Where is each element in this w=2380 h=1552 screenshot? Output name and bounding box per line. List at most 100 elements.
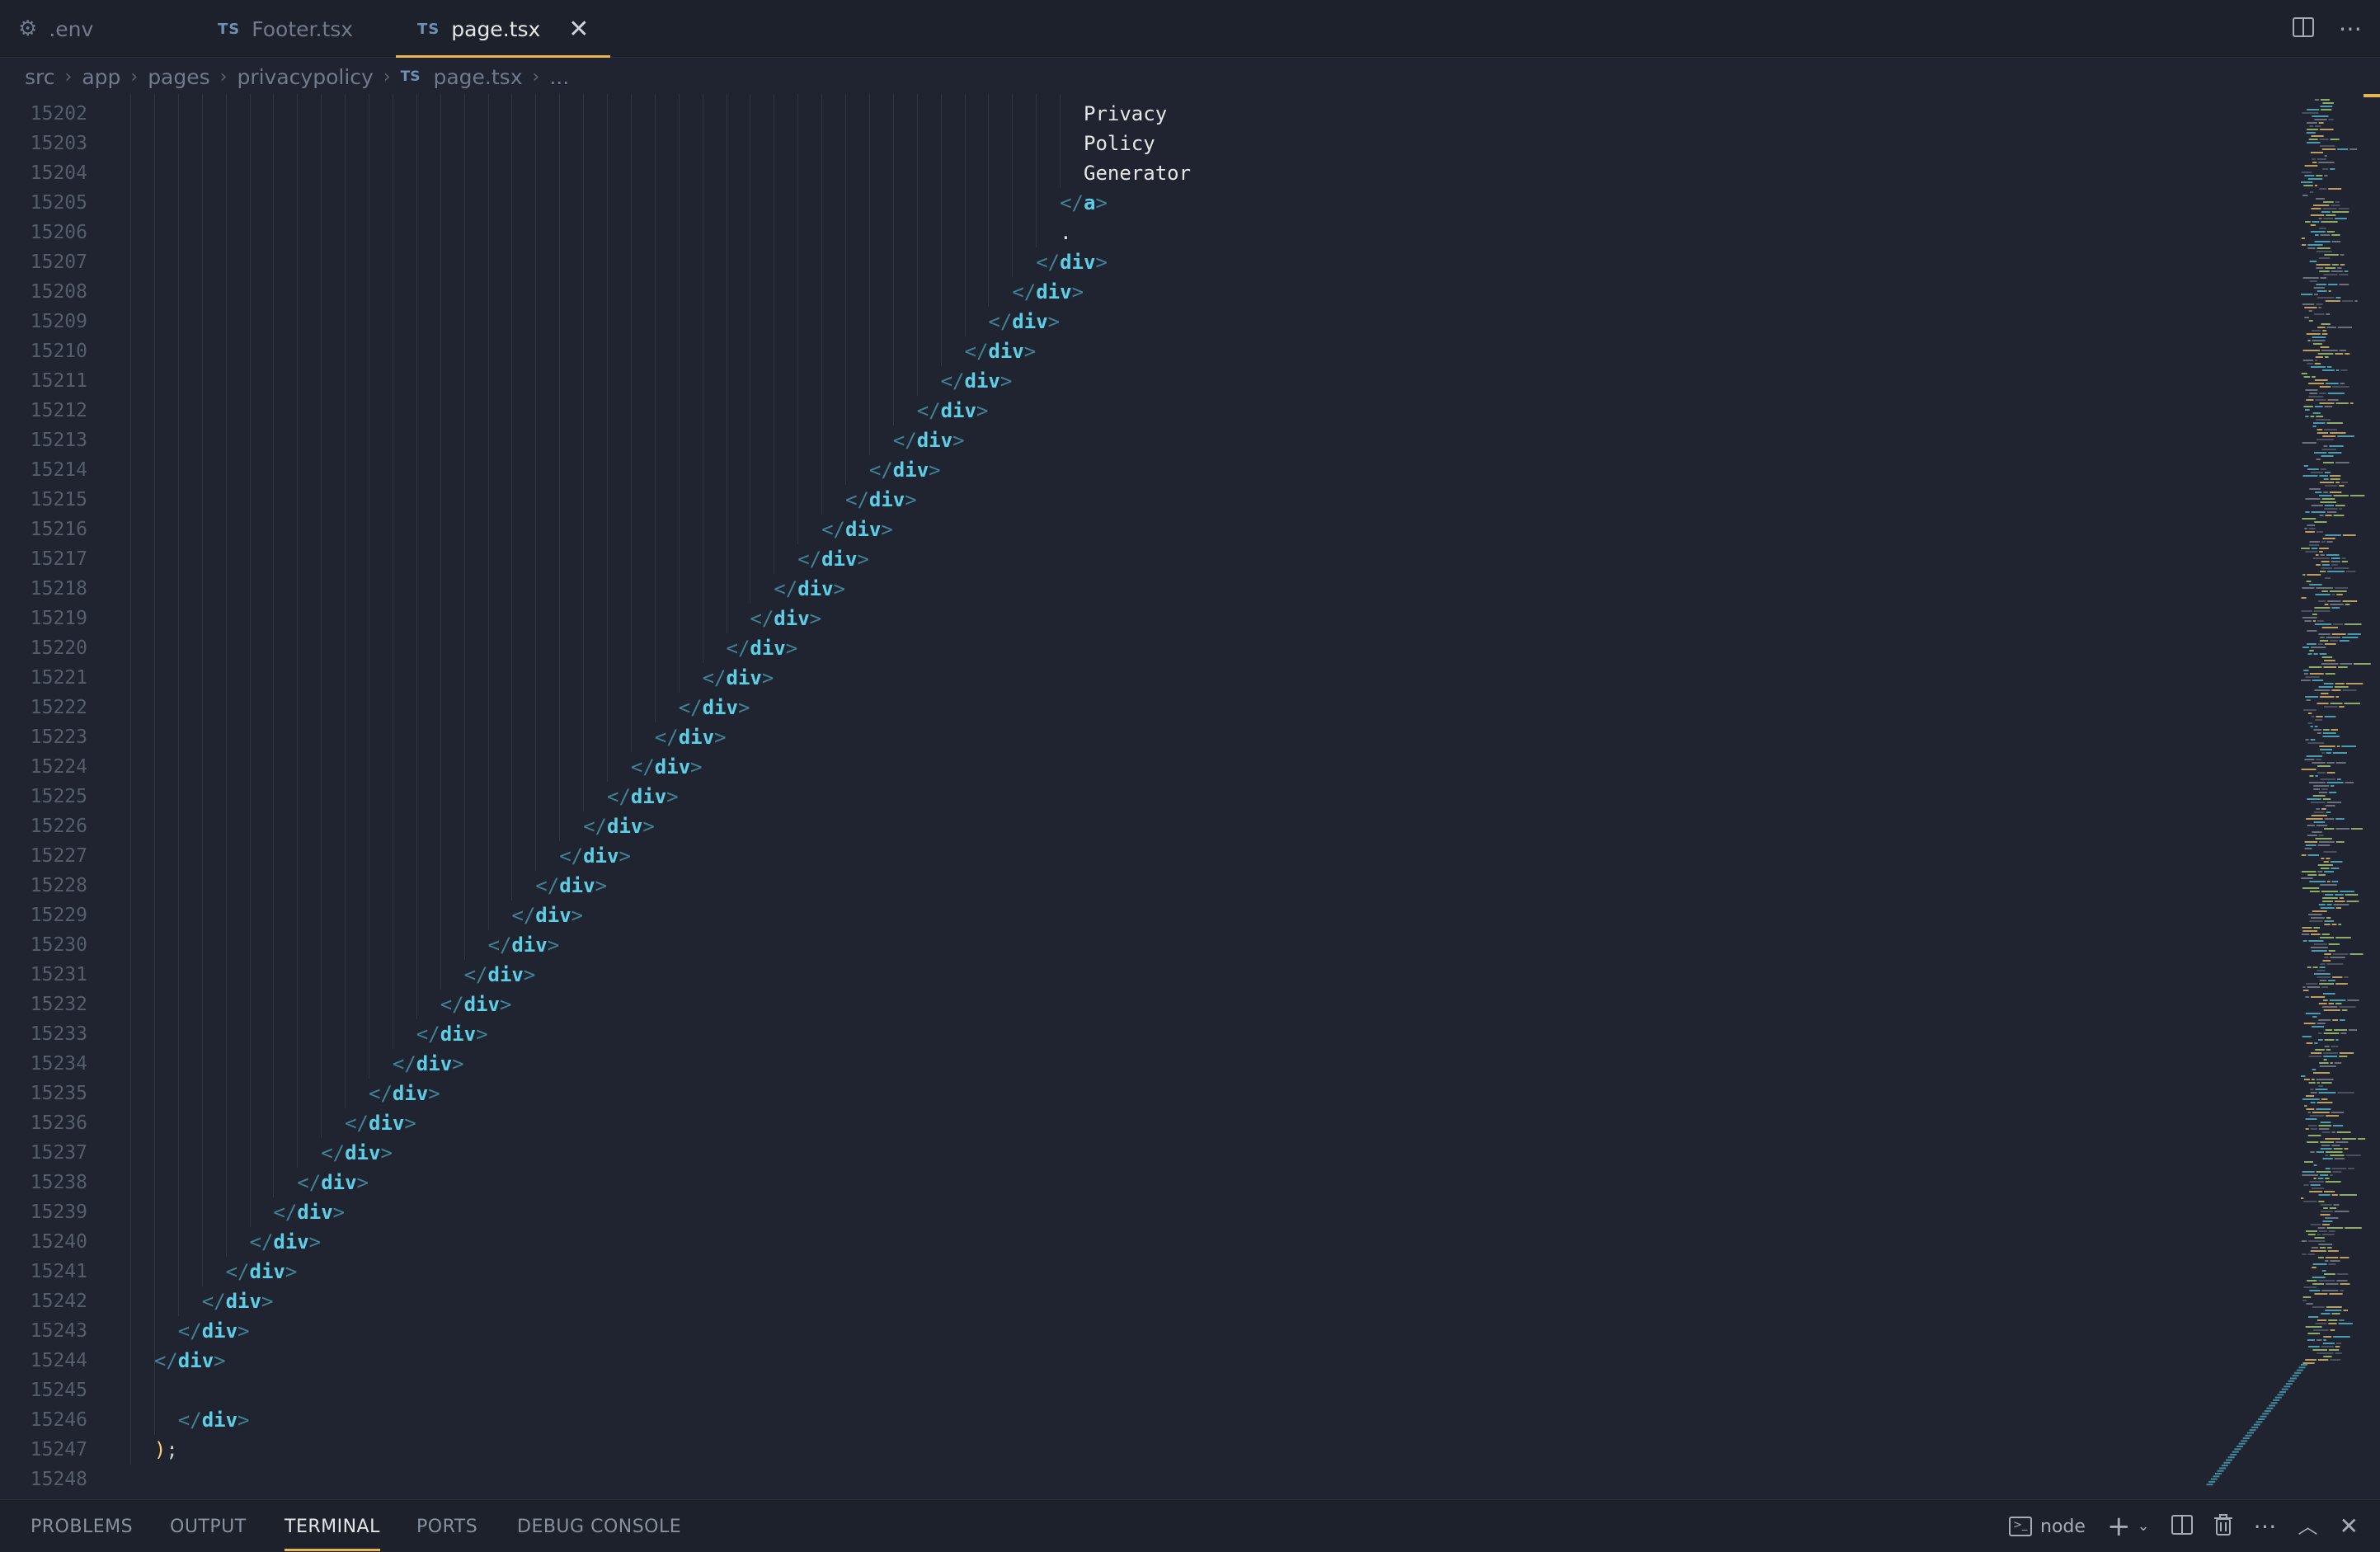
minimap-line xyxy=(2330,703,2343,704)
minimap-line xyxy=(2326,541,2333,543)
minimap-line xyxy=(2331,1112,2345,1113)
minimap-line xyxy=(2305,531,2315,533)
split-terminal-icon[interactable] xyxy=(2171,1514,2193,1539)
code-line: </div> xyxy=(679,693,750,722)
minimap-line xyxy=(2331,211,2349,213)
tab-debug-console[interactable]: DEBUG CONSOLE xyxy=(517,1500,681,1552)
minimap-line xyxy=(2309,261,2317,262)
tag-close-bracket: > xyxy=(595,874,608,897)
minimap-line xyxy=(2273,1399,2280,1401)
minimap-line xyxy=(2346,901,2359,902)
breadcrumb-item[interactable]: pages xyxy=(148,65,209,89)
tab-output[interactable]: OUTPUT xyxy=(170,1500,247,1552)
tab-ports[interactable]: PORTS xyxy=(416,1500,477,1552)
breadcrumb-file[interactable]: page.tsx xyxy=(433,65,522,89)
minimap-line xyxy=(2304,759,2315,760)
tag-open-bracket: </ xyxy=(678,696,703,719)
minimap-line xyxy=(2329,1349,2340,1351)
minimap-line xyxy=(2319,386,2331,388)
more-actions-icon[interactable]: ⋯ xyxy=(2339,17,2362,40)
minimap-line xyxy=(2301,1197,2304,1199)
minimap-line xyxy=(2313,927,2321,929)
minimap-line xyxy=(2325,1029,2333,1031)
tab-terminal[interactable]: TERMINAL xyxy=(285,1500,380,1552)
tab-env[interactable]: ⚙ .env xyxy=(18,0,93,58)
tab-footer-tsx[interactable]: TS Footer.tsx xyxy=(218,0,353,58)
minimap-line xyxy=(2326,811,2331,813)
code-line: </div> xyxy=(535,871,607,901)
minimap-line xyxy=(2317,1339,2322,1341)
code-line: </div> xyxy=(250,1227,322,1257)
minimap[interactable] xyxy=(2161,94,2380,1496)
minimap-line xyxy=(2324,508,2338,510)
tab-problems[interactable]: PROBLEMS xyxy=(31,1500,133,1552)
tag-name: div xyxy=(678,726,715,749)
minimap-line xyxy=(2324,818,2335,820)
minimap-line xyxy=(2337,327,2353,328)
minimap-line xyxy=(2322,168,2329,170)
code-line: </div> xyxy=(703,663,774,693)
indent-guide xyxy=(249,94,251,1227)
breadcrumb-item[interactable]: src xyxy=(25,65,55,89)
minimap-line xyxy=(2305,1359,2317,1361)
minimap-line xyxy=(2234,1448,2241,1451)
minimap-line xyxy=(2319,653,2327,655)
minimap-line xyxy=(2321,1082,2332,1084)
minimap-line xyxy=(2328,452,2342,454)
minimap-line xyxy=(2323,683,2334,684)
minimap-line xyxy=(2314,726,2318,727)
minimap-line xyxy=(2213,1475,2220,1478)
indent-guide xyxy=(153,94,155,1435)
minimap-line xyxy=(2339,1194,2357,1196)
minimap-line xyxy=(2305,416,2309,417)
split-editor-icon[interactable] xyxy=(2293,16,2314,41)
breadcrumb-item[interactable]: privacypolicy xyxy=(237,65,373,89)
minimap-line xyxy=(2317,871,2323,872)
minimap-line xyxy=(2328,290,2331,292)
jsx-text: Policy xyxy=(1084,132,1155,155)
breadcrumb-item[interactable]: app xyxy=(82,65,120,89)
minimap-line xyxy=(2315,838,2332,839)
minimap-line xyxy=(2314,99,2319,101)
minimap-line xyxy=(2342,300,2354,302)
close-panel-icon[interactable]: ✕ xyxy=(2340,1515,2359,1538)
code-editor[interactable]: 15202 Privacy 15203 Policy 15204 Generator 152… xyxy=(0,94,2380,1496)
minimap-line xyxy=(2304,317,2309,318)
chevron-down-icon[interactable]: ⌄ xyxy=(2137,1519,2149,1534)
minimap-line xyxy=(2302,1253,2307,1255)
minimap-line xyxy=(2315,1049,2325,1051)
minimap-line xyxy=(2326,752,2331,754)
tag-close-bracket: > xyxy=(380,1141,393,1164)
minimap-line xyxy=(2331,205,2340,206)
more-actions-icon[interactable]: ⋯ xyxy=(2254,1515,2277,1538)
minimap-line xyxy=(2310,366,2326,368)
breadcrumb-more[interactable]: ... xyxy=(549,65,569,89)
minimap-line xyxy=(2310,1184,2321,1186)
line-number: 15221 xyxy=(30,667,87,689)
minimap-line xyxy=(2324,356,2329,358)
minimap-line xyxy=(2331,241,2341,242)
minimap-line xyxy=(2318,122,2324,124)
code-line: </div> xyxy=(345,1108,416,1138)
minimap-line xyxy=(2314,607,2331,609)
minimap-line xyxy=(2330,1260,2340,1262)
terminal-selector[interactable]: >_ node xyxy=(2009,1517,2086,1537)
minimap-line xyxy=(2325,515,2332,516)
minimap-line xyxy=(2316,284,2327,285)
minimap-line xyxy=(2319,515,2324,516)
maximize-panel-icon[interactable]: ︿ xyxy=(2298,1517,2318,1536)
tag-close-bracket: > xyxy=(714,726,727,749)
close-icon[interactable]: ✕ xyxy=(568,15,589,44)
tab-page-tsx[interactable]: TS page.tsx ✕ xyxy=(396,0,611,58)
minimap-line xyxy=(2318,792,2328,793)
minimap-line xyxy=(2309,1181,2324,1183)
minimap-line xyxy=(2339,350,2347,351)
minimap-line xyxy=(2317,1234,2321,1235)
minimap-line xyxy=(2316,587,2334,589)
minimap-line xyxy=(2308,666,2322,668)
trash-icon[interactable] xyxy=(2213,1513,2232,1540)
plus-icon[interactable]: + xyxy=(2107,1512,2131,1540)
minimap-line xyxy=(2313,287,2325,289)
jsx-text: Generator xyxy=(1084,162,1192,185)
minimap-line xyxy=(2302,574,2306,576)
